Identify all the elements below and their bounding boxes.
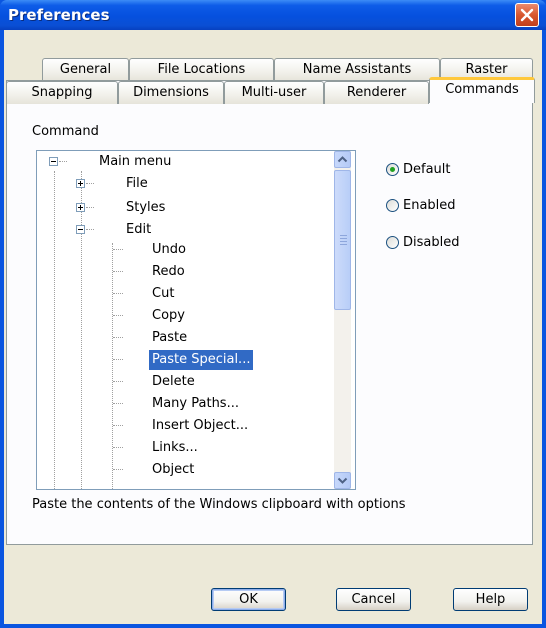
button-label: Cancel (351, 592, 396, 607)
radio-label: Default (403, 162, 451, 177)
radio-disabled[interactable]: Disabled (386, 233, 476, 253)
tab-label: Dimensions (133, 85, 209, 100)
tab-multi-user[interactable]: Multi-user (224, 81, 324, 104)
tab-dimensions[interactable]: Dimensions (118, 81, 224, 104)
scroll-down-button[interactable] (334, 472, 351, 489)
tree-item-main-menu[interactable]: Main menu (37, 152, 327, 172)
tab-label: General (59, 62, 112, 77)
scroll-up-button[interactable] (334, 151, 351, 168)
grip-line (340, 235, 347, 236)
tab-general[interactable]: General (42, 58, 129, 81)
tree-item-styles[interactable]: Styles (37, 198, 327, 218)
tab-label: Name Assistants (302, 62, 412, 77)
tab-label: Raster (465, 62, 508, 77)
preferences-window: Preferences General File Locations Name … (0, 0, 546, 628)
tree-item-label: Object (152, 462, 195, 477)
radio-icon (386, 236, 399, 249)
radio-default[interactable]: Default (386, 160, 476, 180)
command-description: Paste the contents of the Windows clipbo… (32, 497, 406, 512)
tree-item-object[interactable]: Object (37, 460, 327, 480)
tree-item-copy[interactable]: Copy (37, 306, 327, 326)
cancel-button[interactable]: Cancel (336, 588, 411, 611)
command-label: Command (32, 124, 99, 139)
window-title: Preferences (8, 6, 110, 24)
tree-item-paste[interactable]: Paste (37, 328, 327, 348)
tree-item-label: Delete (152, 374, 195, 389)
tab-snapping[interactable]: Snapping (6, 81, 118, 104)
tree-item-edit[interactable]: Edit (37, 220, 327, 240)
tree-item-label: Many Paths... (152, 396, 239, 411)
tree-item-links[interactable]: Links... (37, 438, 327, 458)
tab-commands[interactable]: Commands (429, 77, 535, 103)
collapse-icon[interactable] (76, 225, 85, 234)
chevron-down-icon (337, 477, 348, 484)
tree-item-file[interactable]: File (37, 174, 327, 194)
tab-label: Multi-user (241, 85, 307, 100)
tab-label: Commands (445, 82, 519, 97)
collapse-icon[interactable] (49, 157, 58, 166)
tree-item-label: Links... (152, 440, 198, 455)
tab-renderer[interactable]: Renderer (324, 81, 429, 104)
close-x-icon (520, 8, 534, 22)
tab-label: Snapping (31, 85, 93, 100)
radio-selected-icon (386, 163, 399, 176)
tree-item-cut[interactable]: Cut (37, 284, 327, 304)
radio-label: Enabled (403, 198, 456, 213)
ok-button[interactable]: OK (211, 588, 286, 611)
chevron-up-icon (337, 156, 348, 163)
tree-item-label: Main menu (99, 154, 172, 169)
radio-enabled[interactable]: Enabled (386, 196, 476, 216)
tree-item-label: File (126, 176, 148, 191)
command-tree[interactable]: Main menu File Styles Edit Undo Redo Cut… (36, 150, 356, 490)
tree-item-label: Cut (152, 286, 175, 301)
tree-item-redo[interactable]: Redo (37, 262, 327, 282)
scroll-thumb[interactable] (334, 170, 351, 310)
tab-label: File Locations (157, 62, 246, 77)
tree-scrollbar[interactable] (334, 151, 351, 489)
tree-item-insert-object[interactable]: Insert Object... (37, 416, 327, 436)
tree-item-label: Undo (152, 242, 186, 257)
grip-line (340, 241, 347, 242)
tree-item-delete[interactable]: Delete (37, 372, 327, 392)
tree-item-label: Redo (152, 264, 185, 279)
tree-item-paste-special[interactable]: Paste Special... (37, 350, 327, 370)
expand-icon[interactable] (76, 179, 85, 188)
button-label: Help (475, 592, 506, 607)
grip-line (340, 238, 347, 239)
tab-file-locations[interactable]: File Locations (129, 58, 274, 81)
radio-label: Disabled (403, 235, 460, 250)
radio-icon (386, 199, 399, 212)
help-button[interactable]: Help (453, 588, 528, 611)
tree-item-many-paths[interactable]: Many Paths... (37, 394, 327, 414)
tab-label: Renderer (346, 85, 407, 100)
button-label: OK (239, 592, 258, 607)
tree-item-label: Edit (126, 222, 152, 237)
tree-item-label: Copy (152, 308, 185, 323)
close-button[interactable] (515, 3, 539, 27)
tab-name-assistants[interactable]: Name Assistants (274, 58, 440, 81)
tree-item-label: Styles (126, 200, 166, 215)
tree-item-label: Insert Object... (152, 418, 249, 433)
grip-line (340, 244, 347, 245)
tree-item-undo[interactable]: Undo (37, 240, 327, 260)
tree-item-label-selected: Paste Special... (149, 350, 254, 370)
title-bar[interactable]: Preferences (0, 0, 546, 30)
tree-item-label: Paste (152, 330, 188, 345)
expand-icon[interactable] (76, 203, 85, 212)
